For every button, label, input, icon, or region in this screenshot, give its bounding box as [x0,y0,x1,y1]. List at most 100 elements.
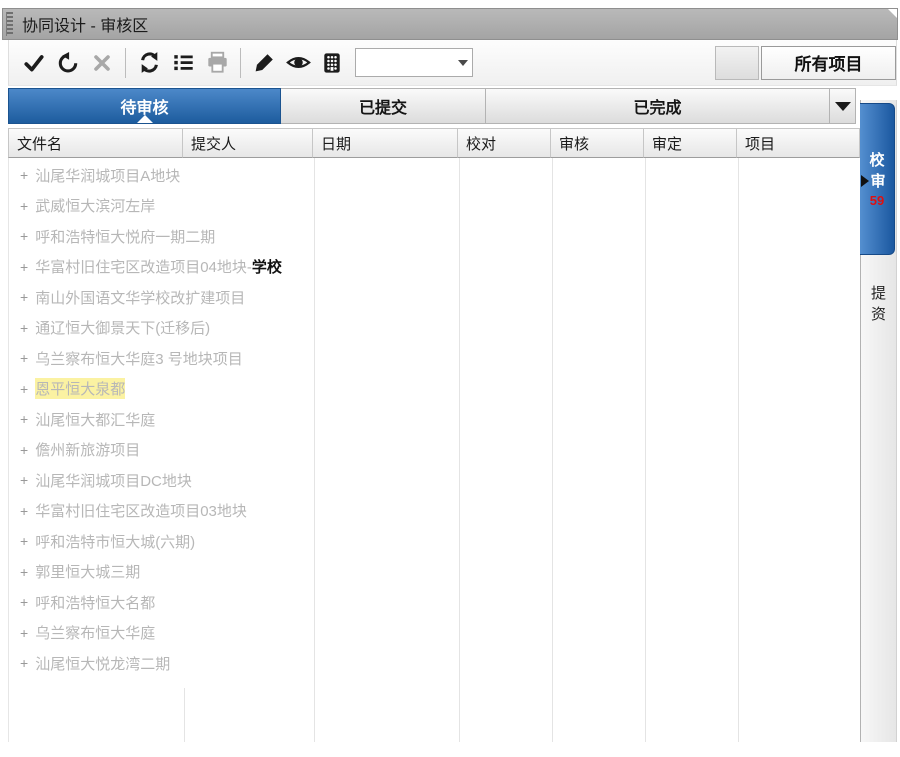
file-name: 郭里恒大城三期 [35,561,140,582]
list-button[interactable] [168,48,198,78]
table-row[interactable]: +汕尾恒大都汇华庭 [9,404,860,435]
file-name: 汕尾华润城项目A地块 [35,165,180,186]
side-tab-提资[interactable]: 提资 [861,283,896,325]
file-name: 呼和浩特恒大名都 [35,592,155,613]
expand-plus-icon[interactable]: + [20,198,28,214]
side-tab-char: 资 [871,304,886,325]
file-table-body: +汕尾华润城项目A地块+武威恒大滨河左岸+呼和浩特恒大悦府一期二期+华富村旧住宅… [8,158,860,742]
table-row[interactable]: + 武威恒大滨河左岸 [9,191,860,222]
file-name: 乌兰察布恒大华庭 [35,622,155,643]
tab-overflow-button[interactable] [830,88,856,124]
table-header: 文件名提交人日期校对审核审定项目 [8,128,860,158]
table-row[interactable]: +华富村旧住宅区改造项目03地块 [9,496,860,527]
window-title: 协同设计 - 审核区 [22,12,148,36]
file-name: 通辽恒大御景天下(迁移后) [35,317,210,338]
tab-待审核[interactable]: 待审核 [8,88,281,124]
list-icon [172,51,195,74]
building-icon [321,52,343,74]
expand-plus-icon[interactable]: + [20,533,28,549]
table-row[interactable]: + 呼和浩特恒大悦府一期二期 [9,221,860,252]
corner-notch [888,9,897,18]
table-row[interactable]: +儋州新旅游项目 [9,435,860,466]
expand-plus-icon[interactable]: + [20,564,28,580]
file-name: 汕尾恒大悦龙湾二期 [35,653,170,674]
tab-label: 已提交 [359,94,407,118]
file-name: 武威恒大滨河左岸 [35,195,155,216]
expand-plus-icon[interactable]: + [20,625,28,641]
expand-plus-icon[interactable]: + [20,228,28,244]
table-row[interactable]: + 郭里恒大城三期 [9,557,860,588]
side-tab-char: 提 [871,283,886,304]
file-name-bold-suffix: 学校 [252,256,282,277]
expand-plus-icon[interactable]: + [20,472,28,488]
undo-button[interactable] [53,48,83,78]
active-tab-notch-icon [137,115,153,123]
table-row[interactable]: +呼和浩特市恒大城(六期) [9,526,860,557]
column-header-提交人[interactable]: 提交人 [183,128,313,158]
chevron-down-icon [458,60,468,66]
table-row[interactable]: + 汕尾恒大悦龙湾二期 [9,648,860,679]
table-row[interactable]: + 南山外国语文华学校改扩建项目 [9,282,860,313]
project-button[interactable] [317,48,347,78]
refresh-button[interactable] [134,48,164,78]
expand-plus-icon[interactable]: + [20,259,28,275]
blank-toggle-box[interactable] [715,46,759,80]
printer-icon [206,51,229,74]
refresh-icon [138,51,161,74]
expand-plus-icon[interactable]: + [20,381,28,397]
file-name: 呼和浩特恒大悦府一期二期 [35,226,215,247]
tab-已提交[interactable]: 已提交 [281,88,486,124]
all-projects-button[interactable]: 所有项目 [761,46,896,80]
table-row[interactable]: + 汕尾华润城项目A地块 [9,160,860,191]
active-pointer-icon [861,175,869,187]
side-tab-校审[interactable]: 校审59 [860,103,895,255]
project-filter-combo[interactable] [355,48,473,77]
table-row[interactable]: + 乌兰察布恒大华庭3 号地块项目 [9,343,860,374]
expand-plus-icon[interactable]: + [20,350,28,366]
x-icon [92,53,112,73]
cancel-button [87,48,117,78]
app-window: 协同设计 - 审核区 所有项目 待审核 已提交 已完成 文件名提交人日期校对审核审定… [0,0,900,757]
side-tab-char: 审 [870,171,885,192]
expand-plus-icon[interactable]: + [20,289,28,305]
file-name: 乌兰察布恒大华庭3 号地块项目 [35,348,243,369]
toolbar: 所有项目 [8,40,897,86]
column-header-日期[interactable]: 日期 [313,128,458,158]
side-tab-char: 校 [869,150,884,171]
column-header-校对[interactable]: 校对 [458,128,551,158]
tab-已完成[interactable]: 已完成 [486,88,830,124]
column-header-文件名[interactable]: 文件名 [8,128,183,158]
undo-icon [57,52,79,74]
project-filter-input[interactable] [356,49,453,76]
expand-plus-icon[interactable]: + [20,442,28,458]
expand-plus-icon[interactable]: + [20,503,28,519]
table-row[interactable]: + 通辽恒大御景天下(迁移后) [9,313,860,344]
table-row[interactable]: + 呼和浩特恒大名都 [9,587,860,618]
review-tabs: 待审核 已提交 已完成 [8,88,856,124]
title-bar[interactable]: 协同设计 - 审核区 [2,8,898,40]
column-header-审定[interactable]: 审定 [644,128,737,158]
preview-button[interactable] [283,48,313,78]
confirm-button[interactable] [19,48,49,78]
file-name: 恩平恒大泉都 [35,378,125,399]
expand-plus-icon[interactable]: + [20,655,28,671]
edit-button[interactable] [249,48,279,78]
table-row[interactable]: + 汕尾华润城项目DC地块 [9,465,860,496]
file-name: 南山外国语文华学校改扩建项目 [35,287,245,308]
table-row[interactable]: + 乌兰察布恒大华庭 [9,618,860,649]
pending-count-badge: 59 [870,192,884,209]
expand-plus-icon[interactable]: + [20,320,28,336]
expand-plus-icon[interactable]: + [20,594,28,610]
dock-grip-icon[interactable] [6,12,13,36]
file-name: 华富村旧住宅区改造项目04地块- [35,256,252,277]
toolbar-separator [240,48,241,78]
table-row[interactable]: + 华富村旧住宅区改造项目04地块-学校 [9,252,860,283]
table-row[interactable]: + 恩平恒大泉都 [9,374,860,405]
expand-plus-icon[interactable]: + [20,167,28,183]
eye-icon [286,50,311,75]
expand-plus-icon[interactable]: + [20,411,28,427]
column-header-项目[interactable]: 项目 [737,128,860,158]
column-header-审核[interactable]: 审核 [551,128,644,158]
file-name: 汕尾华润城项目DC地块 [35,470,192,491]
combo-dropdown-button[interactable] [453,49,472,76]
